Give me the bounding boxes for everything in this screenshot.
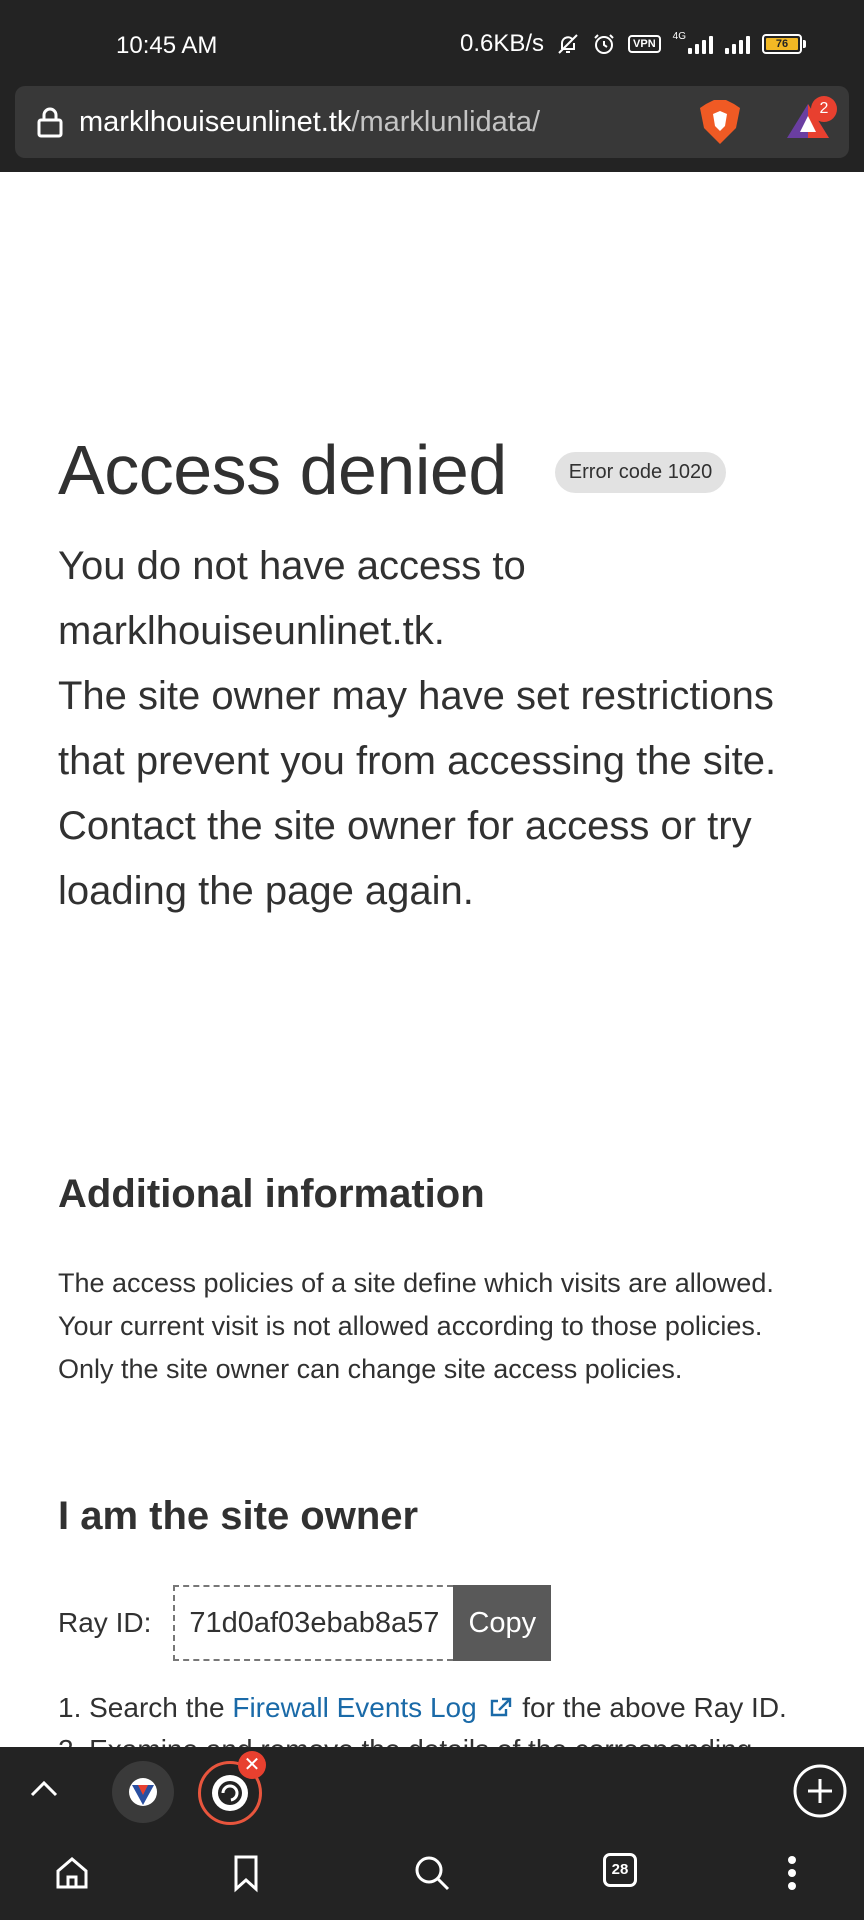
lock-icon[interactable] xyxy=(35,106,65,143)
new-tab-button[interactable] xyxy=(792,1763,848,1824)
policy-line2: Only the site owner can change site acce… xyxy=(58,1354,683,1384)
tab-strip: ✕ xyxy=(0,1747,864,1831)
step-2: 2. Examine and remove the details of the… xyxy=(58,1734,752,1747)
step-1-suffix: for the above Ray ID. xyxy=(514,1692,787,1723)
error-code-badge: Error code 1020 xyxy=(554,451,727,493)
mute-bell-icon xyxy=(556,32,580,56)
status-bar: 10:45 AM 0.6KB/s VPN 4G 76 xyxy=(0,0,864,86)
status-icons: 0.6KB/s VPN 4G 76 xyxy=(460,30,806,58)
bottom-navigation: 28 xyxy=(0,1831,864,1920)
search-icon[interactable] xyxy=(412,1853,452,1898)
access-message-line2: The site owner may have set restrictions… xyxy=(58,674,777,913)
battery-level: 76 xyxy=(766,38,798,50)
vpn-indicator: VPN xyxy=(628,35,661,53)
net-speed: 0.6KB/s xyxy=(459,30,545,57)
ray-id-value[interactable]: 71d0af03ebab8a57 xyxy=(173,1585,454,1661)
policy-text: The access policies of a site define whi… xyxy=(58,1262,798,1391)
copy-button[interactable]: Copy xyxy=(453,1585,552,1661)
policy-line1: The access policies of a site define whi… xyxy=(58,1268,774,1341)
access-message: You do not have access to marklhouiseunl… xyxy=(58,534,788,924)
chevron-up-icon[interactable] xyxy=(26,1771,62,1812)
external-link-icon[interactable] xyxy=(484,1692,514,1723)
additional-info-heading: Additional information xyxy=(58,1172,485,1216)
ray-id-label: Ray ID: xyxy=(58,1607,152,1638)
step-1-prefix: 1. Search the xyxy=(58,1692,233,1723)
access-message-line1: You do not have access to marklhouiseunl… xyxy=(58,544,526,653)
rewards-badge: 2 xyxy=(811,96,837,122)
brave-shields-icon[interactable] xyxy=(698,98,742,151)
address-bar[interactable]: marklhouiseunlinet.tk/marklunlidata/ 2 xyxy=(15,86,849,158)
tabs-count-button[interactable]: 28 xyxy=(603,1853,637,1887)
url-domain: marklhouiseunlinet.tk xyxy=(79,106,352,138)
tab-thumbnail-1[interactable] xyxy=(112,1761,174,1823)
firewall-events-link[interactable]: Firewall Events Log xyxy=(232,1692,476,1723)
page-title: Access denied xyxy=(58,431,507,509)
signal-icon xyxy=(688,34,713,54)
close-tab-icon[interactable]: ✕ xyxy=(238,1751,266,1779)
url-path: /marklunlidata/ xyxy=(351,106,541,138)
home-icon[interactable] xyxy=(52,1853,92,1898)
status-time: 10:45 AM xyxy=(116,32,218,59)
step-1: 1. Search the Firewall Events Log for th… xyxy=(58,1692,787,1724)
browser-toolbar: marklhouiseunlinet.tk/marklunlidata/ 2 xyxy=(0,86,864,172)
site-owner-heading: I am the site owner xyxy=(58,1494,419,1538)
network-type: 4G xyxy=(672,30,686,42)
ray-id-row: Ray ID: 71d0af03ebab8a57 Copy xyxy=(58,1585,552,1661)
bookmark-icon[interactable] xyxy=(228,1853,264,1898)
title-row: Access denied Error code 1020 xyxy=(58,430,727,510)
signal-icon-2 xyxy=(725,34,750,54)
page-content: Access denied Error code 1020 You do not… xyxy=(58,172,818,1747)
url-text[interactable]: marklhouiseunlinet.tk/marklunlidata/ xyxy=(79,106,540,139)
battery-icon: 76 xyxy=(762,34,806,54)
alarm-icon xyxy=(592,32,616,56)
more-menu-icon[interactable] xyxy=(774,1853,810,1898)
